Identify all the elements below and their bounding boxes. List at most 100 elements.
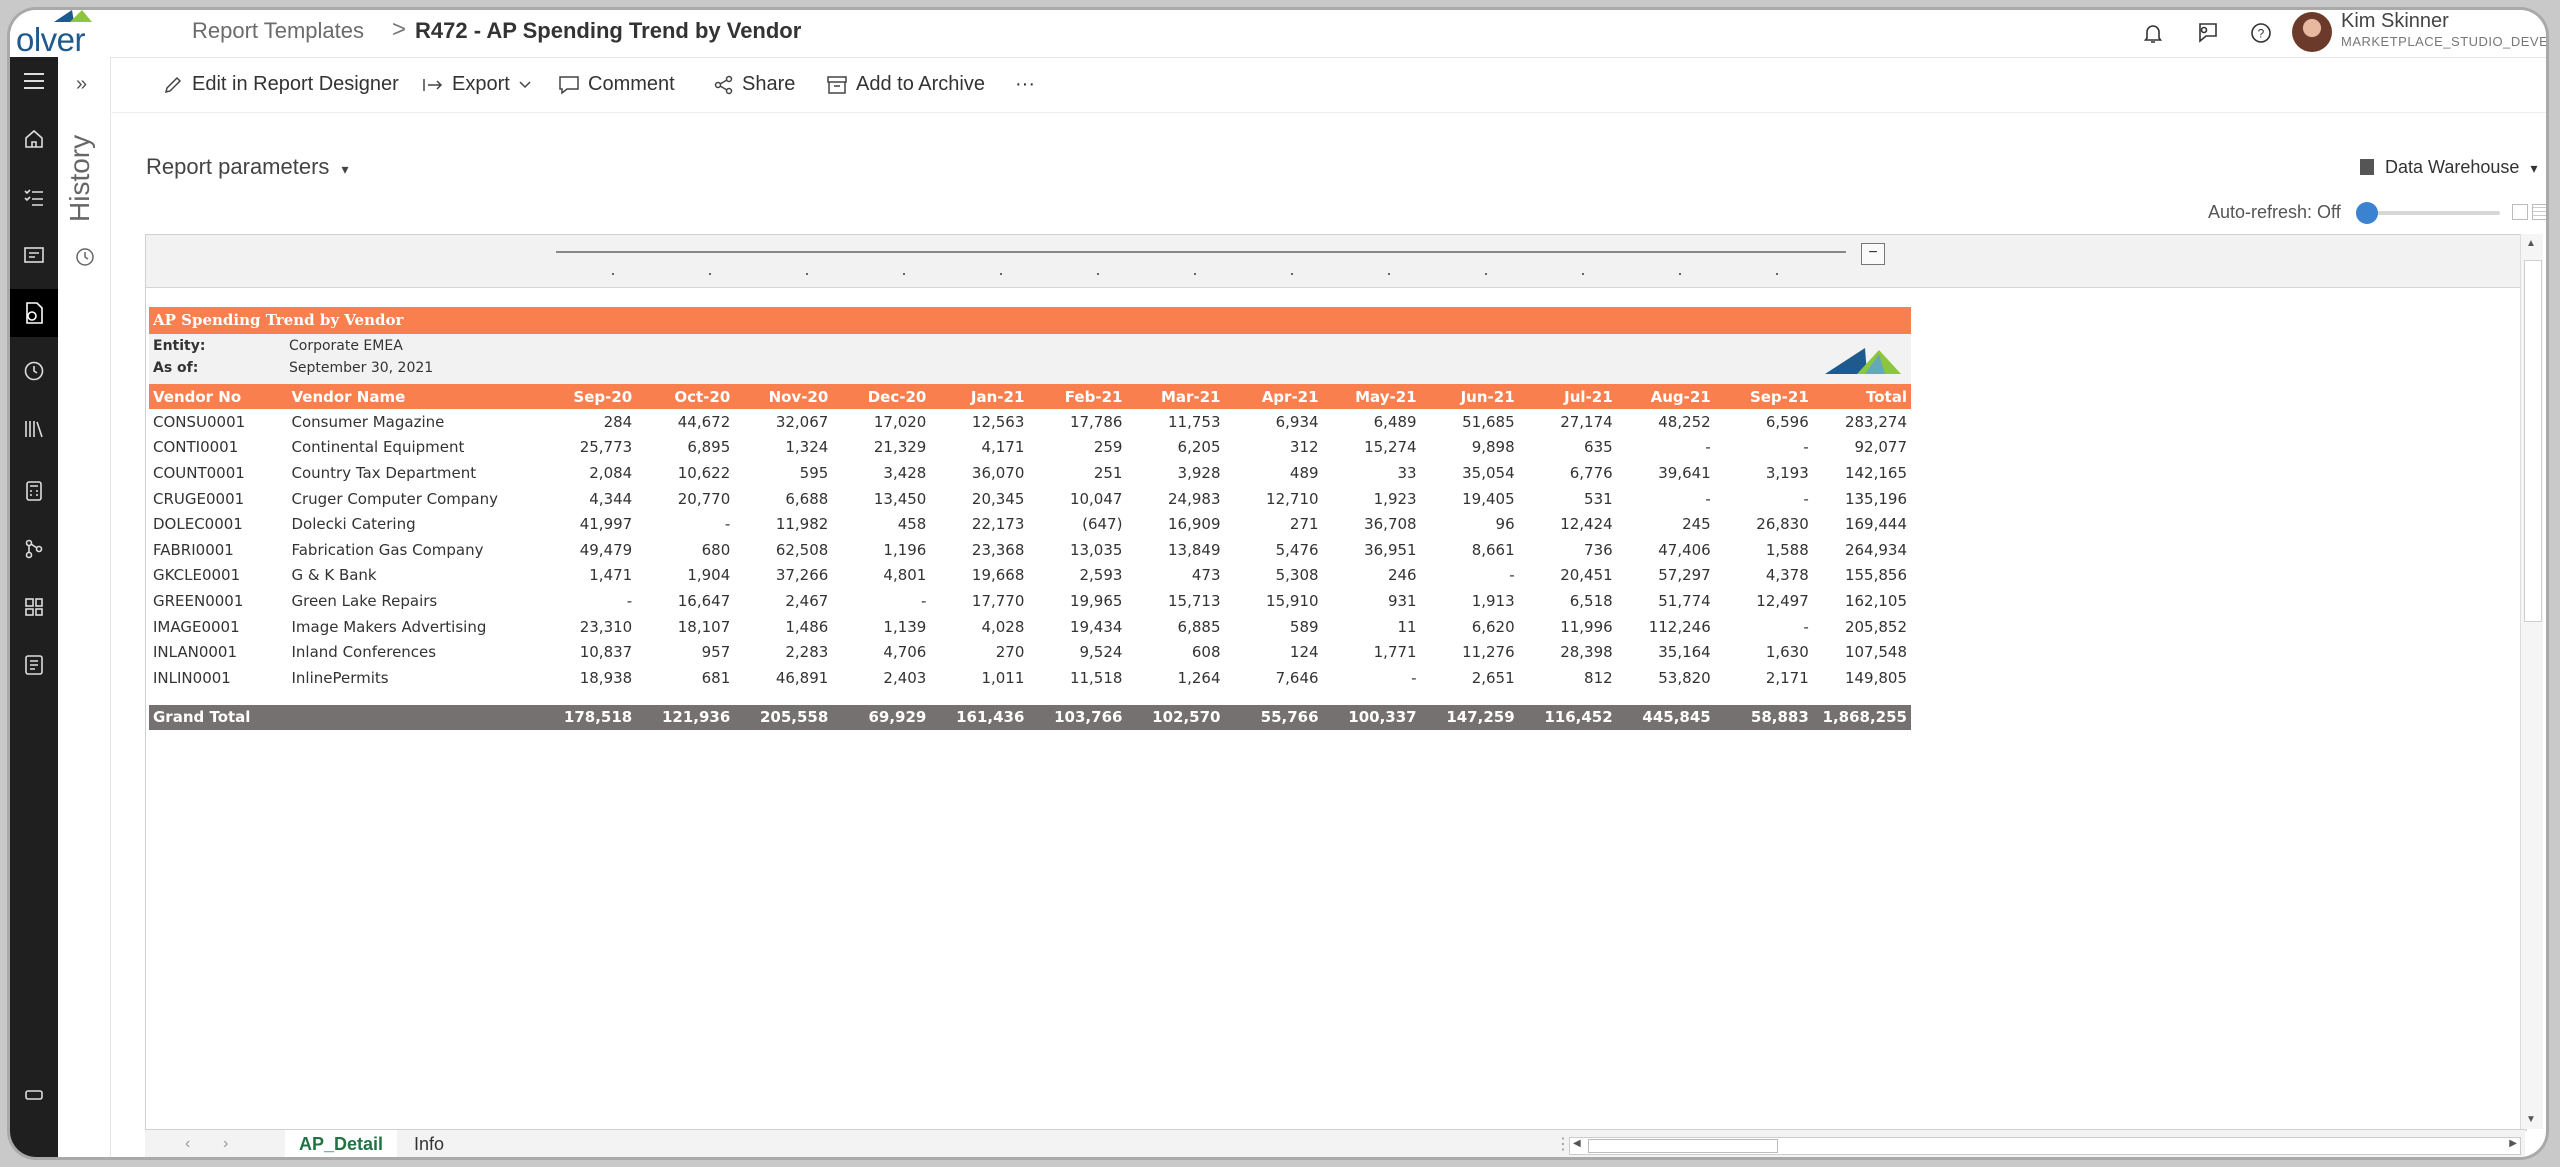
- amount-cell[interactable]: 245: [1617, 511, 1715, 537]
- amount-cell[interactable]: 21,329: [832, 435, 930, 461]
- amount-cell[interactable]: 11,753: [1126, 409, 1224, 435]
- amount-cell[interactable]: 16,647: [636, 588, 734, 614]
- amount-cell[interactable]: 1,923: [1323, 486, 1421, 512]
- amount-cell[interactable]: 155,856: [1813, 563, 1911, 589]
- amount-cell[interactable]: 681: [636, 665, 734, 691]
- amount-cell[interactable]: 107,548: [1813, 639, 1911, 665]
- amount-cell[interactable]: 1,139: [832, 614, 930, 640]
- amount-cell[interactable]: 11,276: [1421, 639, 1519, 665]
- amount-cell[interactable]: 12,497: [1715, 588, 1813, 614]
- expand-chevron-icon[interactable]: »: [76, 73, 87, 96]
- vendor-name-cell[interactable]: Country Tax Department: [287, 460, 555, 486]
- forms-icon[interactable]: [10, 641, 58, 689]
- amount-cell[interactable]: -: [1617, 486, 1715, 512]
- amount-cell[interactable]: 25,773: [555, 435, 636, 461]
- amount-cell[interactable]: 13,450: [832, 486, 930, 512]
- amount-cell[interactable]: 33: [1323, 460, 1421, 486]
- sheet-tab[interactable]: Info: [400, 1130, 458, 1157]
- vendor-name-cell[interactable]: Continental Equipment: [287, 435, 555, 461]
- vendor-name-cell[interactable]: Green Lake Repairs: [287, 588, 555, 614]
- report-templates-icon[interactable]: [10, 289, 58, 337]
- amount-cell[interactable]: 4,378: [1715, 563, 1813, 589]
- amount-cell[interactable]: 19,405: [1421, 486, 1519, 512]
- amount-cell[interactable]: 6,518: [1519, 588, 1617, 614]
- amount-cell[interactable]: -: [1323, 665, 1421, 691]
- amount-cell[interactable]: 37,266: [734, 563, 832, 589]
- amount-cell[interactable]: 51,685: [1421, 409, 1519, 435]
- amount-cell[interactable]: 6,934: [1225, 409, 1323, 435]
- amount-cell[interactable]: 1,904: [636, 563, 734, 589]
- amount-cell[interactable]: 589: [1225, 614, 1323, 640]
- amount-cell[interactable]: 2,651: [1421, 665, 1519, 691]
- vertical-scrollbar[interactable]: ▲ ▼: [2520, 234, 2543, 1129]
- vendor-name-cell[interactable]: Dolecki Catering: [287, 511, 555, 537]
- dashboard-icon[interactable]: [10, 583, 58, 631]
- auto-refresh-toggle[interactable]: [2356, 202, 2500, 224]
- amount-cell[interactable]: 17,770: [930, 588, 1028, 614]
- amount-cell[interactable]: 11,996: [1519, 614, 1617, 640]
- amount-cell[interactable]: 15,910: [1225, 588, 1323, 614]
- amount-cell[interactable]: 35,164: [1617, 639, 1715, 665]
- amount-cell[interactable]: 36,070: [930, 460, 1028, 486]
- amount-cell[interactable]: 112,246: [1617, 614, 1715, 640]
- amount-cell[interactable]: 10,622: [636, 460, 734, 486]
- amount-cell[interactable]: 1,196: [832, 537, 930, 563]
- amount-cell[interactable]: 12,563: [930, 409, 1028, 435]
- amount-cell[interactable]: 608: [1126, 639, 1224, 665]
- amount-cell[interactable]: 15,713: [1126, 588, 1224, 614]
- data-source-selector[interactable]: Data Warehouse ▾: [2360, 157, 2537, 178]
- amount-cell[interactable]: 18,107: [636, 614, 734, 640]
- amount-cell[interactable]: 10,837: [555, 639, 636, 665]
- grand-total-label[interactable]: Grand Total: [149, 704, 288, 730]
- amount-cell[interactable]: 283,274: [1813, 409, 1911, 435]
- amount-cell[interactable]: 4,801: [832, 563, 930, 589]
- amount-cell[interactable]: 1,771: [1323, 639, 1421, 665]
- amount-cell[interactable]: 142,165: [1813, 460, 1911, 486]
- amount-cell[interactable]: 1,324: [734, 435, 832, 461]
- amount-cell[interactable]: (647): [1028, 511, 1126, 537]
- amount-cell[interactable]: 3,193: [1715, 460, 1813, 486]
- report-parameters-toggle[interactable]: Report parameters ▾: [146, 154, 349, 180]
- amount-cell[interactable]: 3,428: [832, 460, 930, 486]
- vendor-no-cell[interactable]: COUNT0001: [149, 460, 287, 486]
- amount-cell[interactable]: 26,830: [1715, 511, 1813, 537]
- amount-cell[interactable]: 270: [930, 639, 1028, 665]
- grand-total-cell[interactable]: 103,766: [1028, 704, 1127, 730]
- amount-cell[interactable]: 1,630: [1715, 639, 1813, 665]
- amount-cell[interactable]: 22,173: [930, 511, 1028, 537]
- amount-cell[interactable]: 4,028: [930, 614, 1028, 640]
- amount-cell[interactable]: 32,067: [734, 409, 832, 435]
- amount-cell[interactable]: 41,997: [555, 511, 636, 537]
- vendor-no-cell[interactable]: GREEN0001: [149, 588, 287, 614]
- grand-total-cell[interactable]: 100,337: [1322, 704, 1421, 730]
- amount-cell[interactable]: 1,913: [1421, 588, 1519, 614]
- amount-cell[interactable]: 12,710: [1225, 486, 1323, 512]
- share-button[interactable]: Share: [714, 73, 795, 96]
- amount-cell[interactable]: 531: [1519, 486, 1617, 512]
- vendor-name-cell[interactable]: Cruger Computer Company: [287, 486, 555, 512]
- amount-cell[interactable]: 46,891: [734, 665, 832, 691]
- amount-cell[interactable]: 11,982: [734, 511, 832, 537]
- amount-cell[interactable]: 3,928: [1126, 460, 1224, 486]
- amount-cell[interactable]: 1,471: [555, 563, 636, 589]
- amount-cell[interactable]: 312: [1225, 435, 1323, 461]
- amount-cell[interactable]: 6,776: [1519, 460, 1617, 486]
- scrollbar-thumb[interactable]: [2524, 260, 2542, 622]
- vendor-no-cell[interactable]: INLIN0001: [149, 665, 287, 691]
- amount-cell[interactable]: 17,020: [832, 409, 930, 435]
- scroll-up-icon[interactable]: ▲: [2526, 238, 2536, 249]
- amount-cell[interactable]: 15,274: [1323, 435, 1421, 461]
- prev-sheet-icon[interactable]: ‹: [185, 1135, 190, 1153]
- amount-cell[interactable]: 957: [636, 639, 734, 665]
- vendor-name-cell[interactable]: InlinePermits: [287, 665, 555, 691]
- amount-cell[interactable]: 259: [1028, 435, 1126, 461]
- grand-total-cell[interactable]: 69,929: [832, 704, 931, 730]
- grand-total-cell[interactable]: 55,766: [1224, 704, 1323, 730]
- amount-cell[interactable]: -: [1715, 435, 1813, 461]
- history-clock-icon[interactable]: [10, 347, 58, 395]
- grand-total-cell[interactable]: 161,436: [930, 704, 1029, 730]
- amount-cell[interactable]: 28,398: [1519, 639, 1617, 665]
- edit-in-designer-button[interactable]: Edit in Report Designer: [162, 73, 399, 96]
- amount-cell[interactable]: 1,264: [1126, 665, 1224, 691]
- amount-cell[interactable]: 12,424: [1519, 511, 1617, 537]
